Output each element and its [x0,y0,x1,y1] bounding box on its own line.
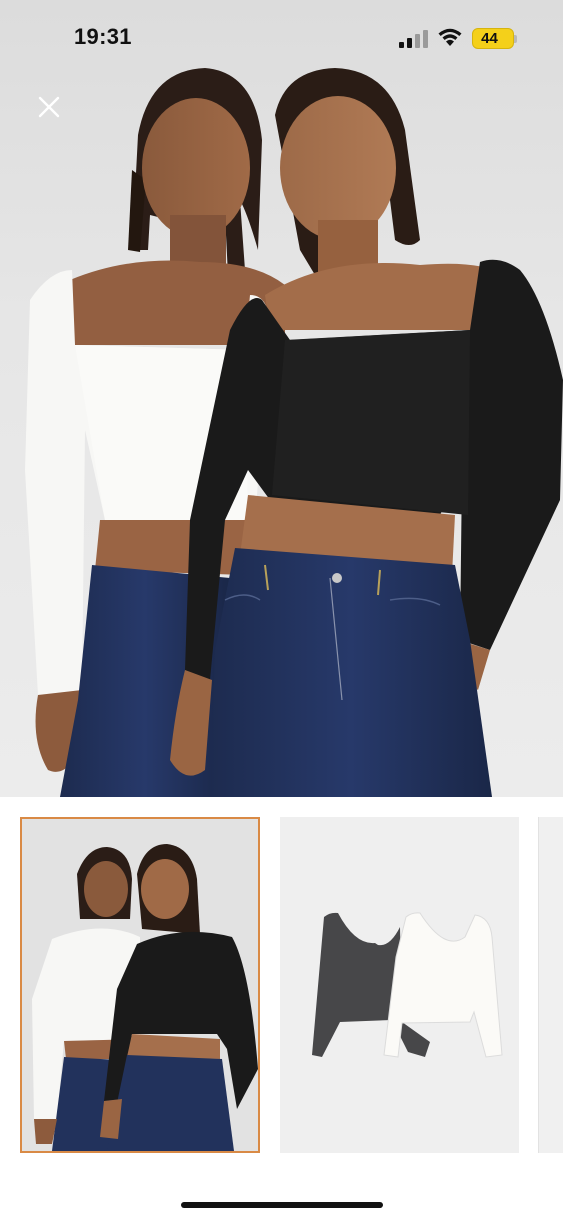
thumbnail-models-image [22,819,258,1151]
thumbnail-flat-lay-image [280,817,519,1153]
wifi-icon [437,27,463,47]
status-bar: 19:31 44 [0,0,563,72]
product-model-photo [25,68,563,797]
thumbnail-flat-lay-tops[interactable] [280,817,519,1153]
battery-icon: 44 [472,28,517,49]
thumbnail-partial[interactable] [538,817,563,1153]
close-icon [37,95,61,119]
cellular-signal-icon [399,30,429,48]
product-hero-image[interactable] [0,0,563,797]
battery-level: 44 [481,30,498,47]
thumbnail-models-photo[interactable] [20,817,260,1153]
close-button[interactable] [32,90,66,124]
thumbnail-strip[interactable] [0,797,563,1177]
home-indicator [181,1202,383,1208]
status-time: 19:31 [74,24,132,49]
battery-cap [514,35,517,43]
